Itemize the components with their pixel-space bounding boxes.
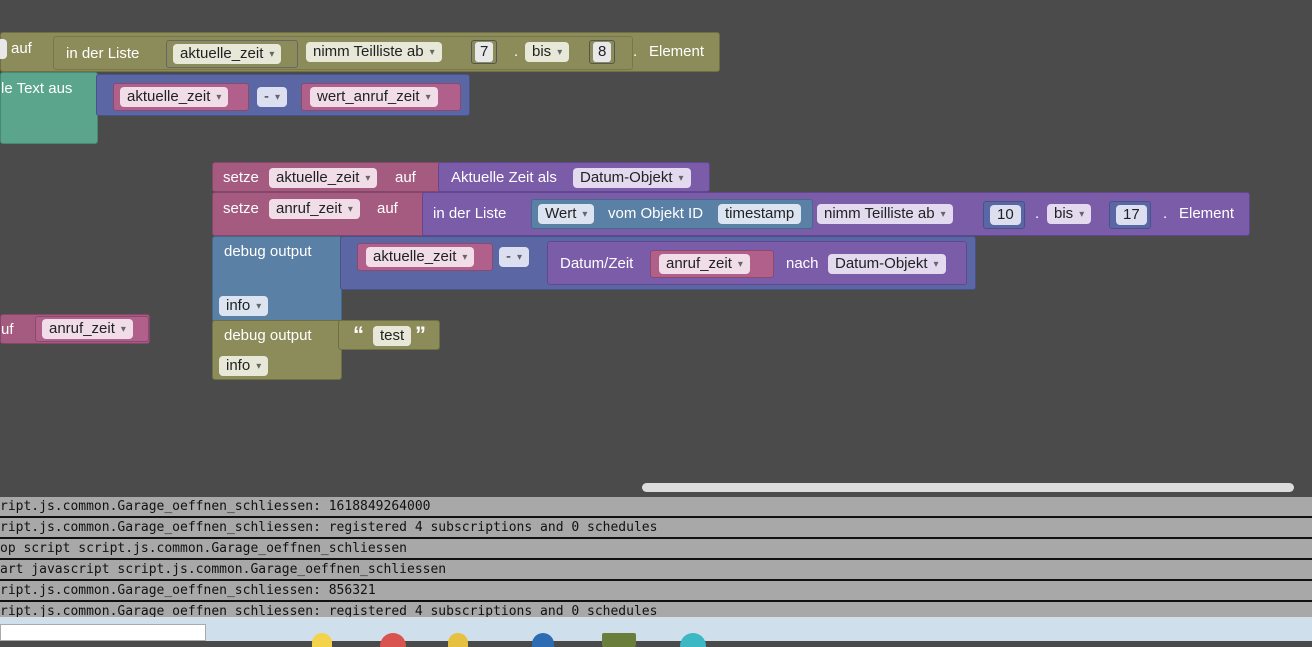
- set-variable-block[interactable]: setze aktuelle_zeit auf: [212, 162, 442, 192]
- time-format-dropdown[interactable]: Datum-Objekt: [573, 168, 691, 188]
- variable-block[interactable]: anruf_zeit: [35, 316, 149, 342]
- log-level-dropdown[interactable]: info: [219, 296, 269, 316]
- log-row: ript.js.common.Garage_oeffnen_schliessen…: [0, 581, 1312, 602]
- set-variable-block[interactable]: setze anruf_zeit auf: [212, 192, 426, 236]
- dot-sep: .: [633, 43, 638, 60]
- variable-dropdown[interactable]: anruf_zeit: [42, 319, 133, 339]
- in-der-liste-label: in der Liste: [433, 205, 507, 222]
- bis-dropdown[interactable]: bis: [1047, 204, 1092, 224]
- log-row: ript.js.common.Garage_oeffnen_schliessen…: [0, 497, 1312, 518]
- text-literal-block[interactable]: “ test ”: [338, 320, 440, 350]
- variable-dropdown[interactable]: wert_anruf_zeit: [310, 87, 438, 107]
- variable-block[interactable]: aktuelle_zeit: [113, 83, 249, 111]
- app-icon[interactable]: [380, 633, 406, 647]
- app-icon[interactable]: [680, 633, 706, 647]
- to-index-input[interactable]: 8: [589, 40, 616, 64]
- datetime-convert-block[interactable]: Datum/Zeit anruf_zeit nach Datum-Objekt: [547, 241, 967, 285]
- number-block[interactable]: 17: [1109, 201, 1151, 229]
- open-quote-icon: “: [353, 322, 364, 347]
- text-output-block[interactable]: le Text aus: [0, 72, 98, 144]
- element-label: Element: [649, 43, 705, 60]
- variable-block[interactable]: aktuelle_zeit: [357, 243, 493, 271]
- horizontal-scrollbar[interactable]: [642, 483, 1294, 492]
- operator-dropdown[interactable]: -: [499, 247, 530, 267]
- operator-dropdown[interactable]: -: [257, 87, 288, 107]
- variable-dropdown[interactable]: aktuelle_zeit: [269, 168, 378, 188]
- variable-dropdown[interactable]: aktuelle_zeit: [173, 44, 282, 64]
- log-level-dropdown[interactable]: info: [219, 356, 269, 376]
- debug-output-block[interactable]: debug output info: [212, 320, 342, 380]
- log-row: op script script.js.common.Garage_oeffne…: [0, 539, 1312, 560]
- auf-label: auf: [377, 200, 398, 217]
- app-icon[interactable]: [532, 633, 554, 647]
- state-attr-dropdown[interactable]: Wert: [538, 204, 595, 224]
- variable-dropdown[interactable]: anruf_zeit: [659, 254, 750, 274]
- auf-label: auf: [395, 169, 416, 186]
- sublist-mode-dropdown[interactable]: nimm Teilliste ab: [817, 204, 953, 224]
- text-input[interactable]: test: [373, 326, 412, 346]
- set-variable-block-stub[interactable]: uf anruf_zeit: [0, 314, 150, 344]
- taskbar: [0, 617, 1312, 647]
- taskbar-search-input[interactable]: [0, 624, 206, 641]
- log-row: art javascript script.js.common.Garage_o…: [0, 560, 1312, 581]
- close-quote-icon: ”: [415, 322, 426, 347]
- variable-block[interactable]: anruf_zeit: [650, 250, 774, 278]
- time-format-dropdown[interactable]: Datum-Objekt: [828, 254, 946, 274]
- from-index-input[interactable]: 10: [990, 205, 1021, 225]
- var-stub[interactable]: [0, 39, 7, 59]
- auf-label: uf: [1, 321, 14, 338]
- debug-output-label: debug output: [224, 243, 312, 260]
- app-icon[interactable]: [602, 633, 636, 647]
- number-block[interactable]: 10: [983, 201, 1025, 229]
- current-time-label: Aktuelle Zeit als: [451, 169, 557, 186]
- list-sublist-block[interactable]: in der Liste Wert vom Objekt ID timestam…: [422, 192, 1250, 236]
- variable-dropdown[interactable]: aktuelle_zeit: [366, 247, 475, 267]
- dot-sep: .: [1163, 205, 1168, 222]
- setze-label: setze: [223, 169, 259, 186]
- variable-block[interactable]: aktuelle_zeit: [166, 40, 298, 68]
- math-subtract-block[interactable]: aktuelle_zeit - wert_anruf_zeit: [96, 74, 470, 116]
- in-der-liste-label: in der Liste: [66, 45, 140, 62]
- element-label: Element: [1179, 205, 1235, 222]
- app-icon[interactable]: [448, 633, 468, 647]
- to-index-input[interactable]: 17: [1116, 205, 1147, 225]
- get-state-block[interactable]: Wert vom Objekt ID timestamp: [531, 199, 813, 229]
- nach-label: nach: [786, 255, 819, 272]
- log-row: ript.js.common.Garage_oeffnen_schliessen…: [0, 518, 1312, 539]
- math-subtract-block[interactable]: aktuelle_zeit - Datum/Zeit anruf_zeit na…: [340, 236, 976, 290]
- dot-sep: .: [514, 43, 519, 60]
- text-aus-label: le Text aus: [1, 80, 73, 97]
- log-console: ript.js.common.Garage_oeffnen_schliessen…: [0, 497, 1312, 623]
- bis-dropdown[interactable]: bis: [525, 42, 570, 62]
- debug-output-block[interactable]: debug output info: [212, 236, 342, 322]
- auf-label: auf: [11, 40, 32, 57]
- vom-objekt-label: vom Objekt ID: [608, 205, 704, 222]
- setze-label: setze: [223, 200, 259, 217]
- list-sublist-block[interactable]: auf in der Liste aktuelle_zeit nimm Teil…: [0, 32, 720, 72]
- datum-zeit-label: Datum/Zeit: [560, 255, 634, 272]
- variable-dropdown[interactable]: anruf_zeit: [269, 199, 360, 219]
- current-time-block[interactable]: Aktuelle Zeit als Datum-Objekt: [438, 162, 710, 192]
- from-index-input[interactable]: 7: [471, 40, 498, 64]
- app-icon[interactable]: [312, 633, 332, 647]
- blockly-workspace[interactable]: auf in der Liste aktuelle_zeit nimm Teil…: [0, 0, 1312, 497]
- dot-sep: .: [1035, 205, 1040, 222]
- object-id-field[interactable]: timestamp: [718, 204, 802, 224]
- debug-output-label: debug output: [224, 327, 312, 344]
- variable-block[interactable]: wert_anruf_zeit: [301, 83, 461, 111]
- variable-dropdown[interactable]: aktuelle_zeit: [120, 87, 229, 107]
- sublist-mode-dropdown[interactable]: nimm Teilliste ab: [306, 42, 442, 62]
